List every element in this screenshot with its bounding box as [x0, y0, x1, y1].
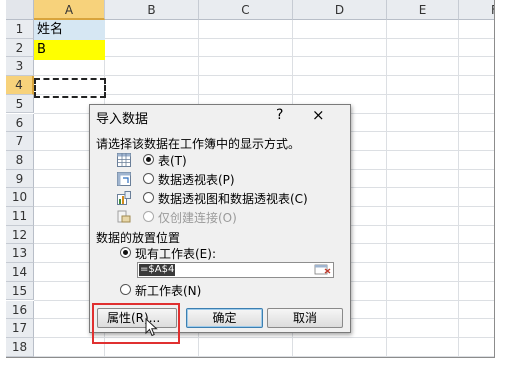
- option-table-label[interactable]: 表(T): [158, 152, 187, 169]
- row-header-14[interactable]: 14: [6, 263, 34, 282]
- row-header-2[interactable]: 2: [6, 38, 34, 58]
- cell-a1[interactable]: 姓名: [34, 20, 105, 40]
- range-picker-icon[interactable]: [314, 264, 332, 276]
- column-header-c[interactable]: C: [199, 0, 293, 20]
- radio-existing-sheet[interactable]: [120, 247, 131, 258]
- column-header-d[interactable]: D: [293, 0, 387, 20]
- range-value: =$A$4: [139, 264, 176, 276]
- row-header-10[interactable]: 10: [6, 188, 34, 207]
- cell-a4-selection[interactable]: [34, 78, 106, 98]
- help-icon[interactable]: ?: [276, 107, 283, 123]
- radio-new-sheet[interactable]: [120, 284, 131, 295]
- select-all-corner[interactable]: [6, 0, 34, 20]
- grid-hline: [34, 75, 494, 77]
- row-header-16[interactable]: 16: [6, 300, 34, 320]
- close-icon[interactable]: ×: [312, 106, 325, 124]
- existing-sheet-label[interactable]: 现有工作表(E):: [135, 245, 216, 262]
- import-data-dialog: 导入数据 ? × 请选择该数据在工作簿中的显示方式。 表(T) 数据透视表(P)…: [89, 104, 351, 333]
- mouse-pointer-icon: [145, 318, 158, 337]
- dialog-title: 导入数据: [96, 112, 149, 127]
- option-connection-only-label[interactable]: 仅创建连接(O): [158, 209, 237, 226]
- pivot-table-icon: [117, 172, 131, 186]
- column-header-e[interactable]: E: [387, 0, 459, 20]
- row-header-5[interactable]: 5: [6, 94, 34, 114]
- row-header-1[interactable]: 1: [6, 20, 34, 39]
- placement-heading: 数据的放置位置: [96, 231, 181, 245]
- cancel-button[interactable]: 取消: [267, 308, 343, 328]
- row-header-18[interactable]: 18: [6, 337, 34, 357]
- pivot-chart-icon: [117, 191, 131, 205]
- connection-icon: [117, 210, 131, 223]
- cell-a2[interactable]: B: [34, 40, 105, 60]
- range-input[interactable]: =$A$4: [137, 262, 334, 278]
- row-header-11[interactable]: 11: [6, 207, 34, 226]
- radio-table[interactable]: [143, 154, 154, 165]
- row-header-19[interactable]: 19: [6, 356, 34, 357]
- option-pivot-table-label[interactable]: 数据透视表(P): [158, 171, 235, 188]
- row-header-3[interactable]: 3: [6, 57, 34, 77]
- row-header-7[interactable]: 7: [6, 132, 34, 151]
- grid-hline: [34, 355, 494, 357]
- option-pivot-chart-label[interactable]: 数据透视图和数据透视表(C): [158, 190, 308, 207]
- radio-pivot-chart[interactable]: [143, 192, 154, 203]
- table-icon: [117, 153, 131, 167]
- radio-connection-only[interactable]: [143, 211, 154, 222]
- grid-vline: [458, 20, 459, 357]
- new-sheet-label[interactable]: 新工作表(N): [135, 282, 201, 299]
- annotation-highlight-box: [92, 303, 180, 344]
- radio-pivot-table[interactable]: [143, 173, 154, 184]
- column-header-a[interactable]: A: [34, 0, 105, 20]
- ok-button[interactable]: 确定: [186, 308, 263, 328]
- row-header-9[interactable]: 9: [6, 169, 34, 189]
- row-header-15[interactable]: 15: [6, 281, 34, 301]
- row-header-17[interactable]: 17: [6, 319, 34, 338]
- row-header-6[interactable]: 6: [6, 113, 34, 133]
- grid-vline: [386, 20, 387, 357]
- row-header-4[interactable]: 4: [6, 76, 34, 95]
- display-mode-prompt: 请选择该数据在工作簿中的显示方式。: [96, 137, 301, 151]
- row-header-13[interactable]: 13: [6, 244, 34, 264]
- column-header-f[interactable]: F: [459, 0, 494, 20]
- row-header-8[interactable]: 8: [6, 150, 34, 170]
- row-header-12[interactable]: 12: [6, 225, 34, 245]
- column-header-b[interactable]: B: [105, 0, 199, 20]
